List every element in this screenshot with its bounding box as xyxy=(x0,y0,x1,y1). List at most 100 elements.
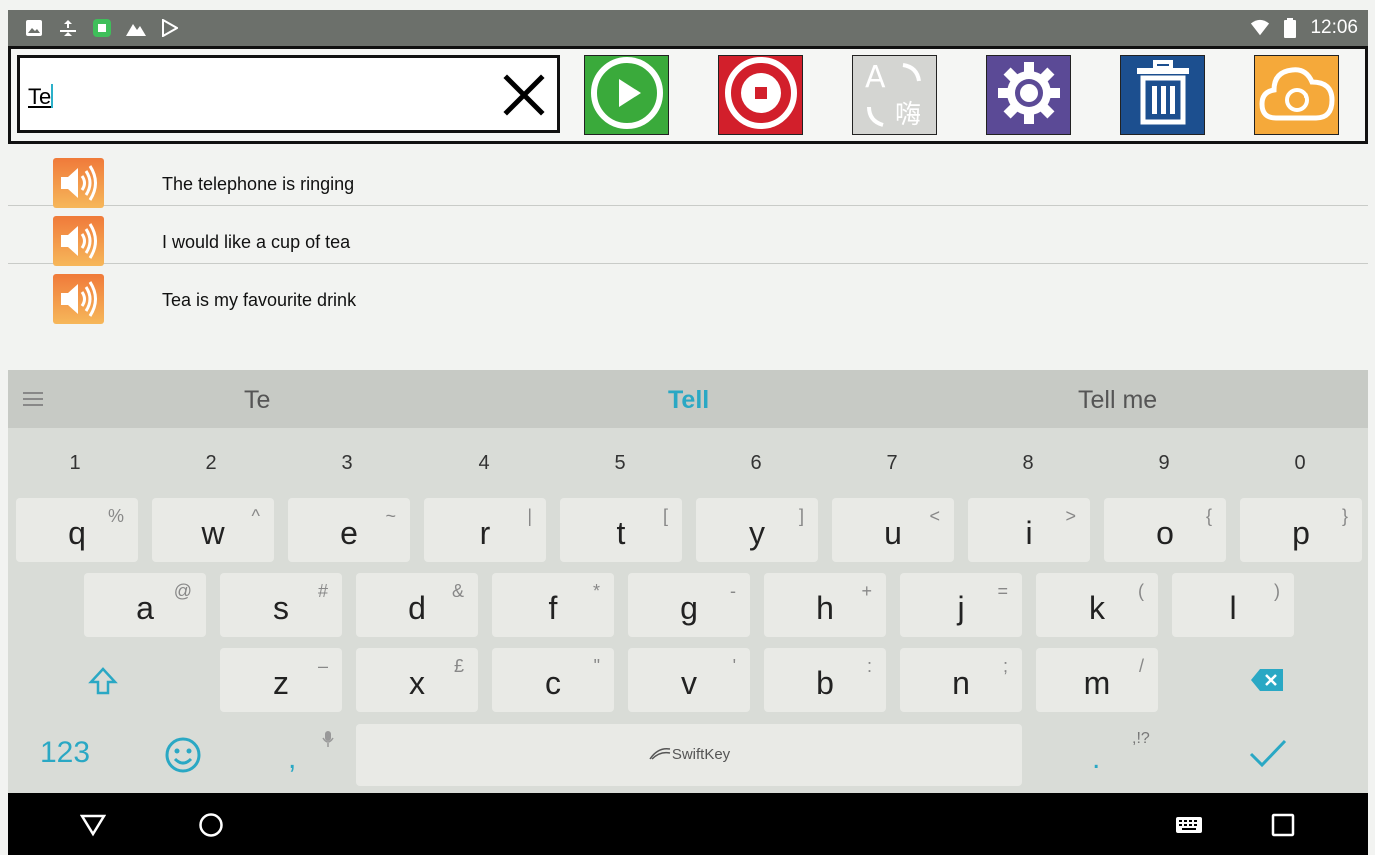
speaker-icon[interactable] xyxy=(53,158,104,208)
key-alt-label: ^ xyxy=(251,506,260,526)
number-key[interactable]: 0 xyxy=(1290,452,1310,475)
key-h[interactable]: h + xyxy=(764,573,886,637)
screen: 12:06 Te A 嗨 The telephone is ringing I … xyxy=(0,0,1375,855)
settings-button[interactable] xyxy=(986,55,1071,135)
suggestion-bar: Te Tell Tell me xyxy=(8,370,1368,428)
numbers-key[interactable]: 123 xyxy=(40,736,90,770)
key-v[interactable]: v ' xyxy=(628,648,750,712)
enter-check-icon[interactable] xyxy=(1248,738,1288,775)
comma-key[interactable]: , xyxy=(288,742,296,776)
back-icon[interactable] xyxy=(78,810,108,840)
key-b[interactable]: b: xyxy=(764,648,886,712)
number-key[interactable]: 9 xyxy=(1154,452,1174,475)
emoji-icon[interactable] xyxy=(164,736,202,779)
key-x[interactable]: x £ xyxy=(356,648,478,712)
suggestion-left[interactable]: Te xyxy=(244,386,270,415)
key-alt-label: [ xyxy=(662,506,668,526)
number-key[interactable]: 2 xyxy=(201,452,221,475)
key-d[interactable]: d & xyxy=(356,573,478,637)
key-o[interactable]: o{ xyxy=(1104,498,1226,562)
trash-icon xyxy=(1133,58,1193,133)
stop-button[interactable] xyxy=(718,55,803,135)
key-alt-label: ' xyxy=(732,656,736,676)
key-alt-label: " xyxy=(593,656,600,676)
key-k[interactable]: k( xyxy=(1036,573,1158,637)
key-alt-label: < xyxy=(929,506,940,526)
key-r[interactable]: r | xyxy=(424,498,546,562)
key-n[interactable]: n; xyxy=(900,648,1022,712)
nav-arrows-icon xyxy=(58,18,78,38)
backspace-icon xyxy=(1250,668,1284,697)
key-z[interactable]: z – xyxy=(220,648,342,712)
key-u[interactable]: u < xyxy=(832,498,954,562)
key-w[interactable]: w ^ xyxy=(152,498,274,562)
spacebar[interactable]: SwiftKey xyxy=(356,724,1022,786)
key-l[interactable]: l) xyxy=(1172,573,1294,637)
play-button[interactable] xyxy=(584,55,669,135)
list-item[interactable]: The telephone is ringing xyxy=(8,148,1368,208)
number-key[interactable]: 8 xyxy=(1018,452,1038,475)
number-key[interactable]: 7 xyxy=(882,452,902,475)
key-e[interactable]: e ~ xyxy=(288,498,410,562)
key-i[interactable]: i > xyxy=(968,498,1090,562)
menu-icon[interactable] xyxy=(22,388,44,410)
key-f[interactable]: f * xyxy=(492,573,614,637)
keyboard: Te Tell Tell me 1 2 3 4 5 6 7 8 9 0 q% w… xyxy=(8,370,1368,793)
delete-button[interactable] xyxy=(1120,55,1205,135)
status-bar: 12:06 xyxy=(8,10,1368,46)
key-alt-label: – xyxy=(317,656,328,676)
key-g[interactable]: g- xyxy=(628,573,750,637)
shift-key[interactable] xyxy=(48,648,170,712)
key-alt-label: = xyxy=(997,581,1008,601)
list-item[interactable]: Tea is my favourite drink xyxy=(8,264,1368,324)
cloud-sync-icon xyxy=(1258,60,1336,131)
image-icon xyxy=(24,18,44,38)
key-q[interactable]: q% xyxy=(16,498,138,562)
translate-glyph-cjk: 嗨 xyxy=(895,100,921,130)
sync-button[interactable] xyxy=(1254,55,1339,135)
number-key[interactable]: 3 xyxy=(337,452,357,475)
number-key[interactable]: 4 xyxy=(474,452,494,475)
key-alt-label: # xyxy=(317,581,328,601)
key-alt-label: / xyxy=(1138,656,1144,676)
list-item[interactable]: I would like a cup of tea xyxy=(8,206,1368,266)
play-icon xyxy=(589,55,665,136)
backspace-key[interactable] xyxy=(1204,648,1326,712)
key-c[interactable]: c " xyxy=(492,648,614,712)
key-alt-label: % xyxy=(107,506,124,526)
suggestion-right[interactable]: Tell me xyxy=(1078,386,1157,415)
phrase-text: Tea is my favourite drink xyxy=(162,290,357,310)
stop-icon xyxy=(723,55,799,136)
phrase-text: I would like a cup of tea xyxy=(162,232,351,252)
translate-glyph-latin: A xyxy=(865,60,886,95)
key-alt-label: ) xyxy=(1274,581,1280,601)
key-a[interactable]: a @ xyxy=(84,573,206,637)
home-icon[interactable] xyxy=(196,810,226,840)
number-key[interactable]: 1 xyxy=(65,452,85,475)
speaker-icon[interactable] xyxy=(53,274,104,324)
key-alt-label: ] xyxy=(798,506,804,526)
punctuation-alt: ,!? xyxy=(1132,730,1150,747)
close-icon[interactable] xyxy=(503,74,545,116)
suggestion-center[interactable]: Tell xyxy=(668,386,709,415)
key-p[interactable]: p} xyxy=(1240,498,1362,562)
translate-icon: A 嗨 xyxy=(855,55,935,136)
speaker-icon[interactable] xyxy=(53,216,104,266)
recents-icon[interactable] xyxy=(1268,810,1298,840)
key-j[interactable]: j = xyxy=(900,573,1022,637)
key-alt-label: : xyxy=(866,656,872,676)
translate-button[interactable]: A 嗨 xyxy=(852,55,937,135)
swiftkey-logo: SwiftKey xyxy=(356,746,1022,763)
number-key[interactable]: 6 xyxy=(746,452,766,475)
number-key[interactable]: 5 xyxy=(610,452,630,475)
key-y[interactable]: y] xyxy=(696,498,818,562)
key-alt-label: ~ xyxy=(385,506,396,526)
wifi-icon xyxy=(1250,18,1270,38)
search-input[interactable]: Te xyxy=(17,55,560,133)
period-key[interactable]: . xyxy=(1092,742,1100,776)
key-s[interactable]: s # xyxy=(220,573,342,637)
key-alt-label: { xyxy=(1205,506,1212,526)
key-m[interactable]: m / xyxy=(1036,648,1158,712)
key-t[interactable]: t[ xyxy=(560,498,682,562)
keyboard-icon[interactable] xyxy=(1174,810,1204,840)
